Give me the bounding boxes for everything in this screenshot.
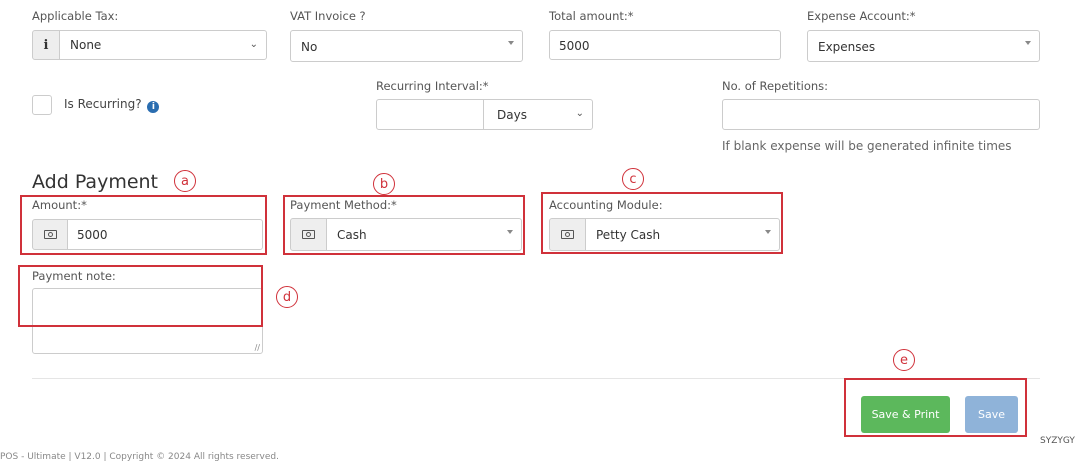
info-circle-icon[interactable]: i bbox=[147, 101, 160, 113]
is-recurring-label: Is Recurring? i bbox=[64, 97, 160, 113]
vat-select-value: No bbox=[301, 40, 318, 54]
caret-down-icon bbox=[508, 41, 514, 45]
recurring-interval-unit-select[interactable]: Days ⌄ bbox=[483, 99, 593, 130]
repetitions-input[interactable] bbox=[722, 99, 1040, 130]
total-amount-value: 5000 bbox=[559, 39, 590, 53]
repetitions-label: No. of Repetitions: bbox=[722, 79, 829, 93]
annotation-marker-c: c bbox=[622, 168, 644, 190]
annotation-box-c bbox=[541, 192, 783, 254]
tax-label: Applicable Tax: bbox=[32, 9, 119, 23]
recurring-interval-label: Recurring Interval:* bbox=[376, 79, 489, 93]
annotation-marker-a: a bbox=[174, 170, 196, 192]
annotation-box-d bbox=[18, 265, 263, 327]
tax-select[interactable]: None ⌄ bbox=[59, 30, 267, 60]
is-recurring-checkbox[interactable] bbox=[32, 95, 52, 115]
vat-label: VAT Invoice ? bbox=[290, 9, 366, 23]
footer-copyright: POS - Ultimate | V12.0 | Copyright © 202… bbox=[0, 452, 279, 462]
total-label: Total amount:* bbox=[549, 9, 634, 23]
total-amount-input[interactable]: 5000 bbox=[549, 30, 781, 60]
vat-select[interactable]: No bbox=[290, 30, 523, 62]
is-recurring-text: Is Recurring? bbox=[64, 97, 142, 111]
expense-account-value: Expenses bbox=[818, 40, 876, 54]
tax-select-value: None bbox=[70, 38, 102, 52]
resize-handle-icon[interactable]: ∕∕ bbox=[255, 343, 260, 352]
annotation-marker-d: d bbox=[276, 286, 298, 308]
annotation-marker-e: e bbox=[893, 349, 915, 371]
recurring-interval-unit-value: Days bbox=[497, 108, 527, 122]
info-icon: i bbox=[32, 30, 60, 60]
expense-account-label: Expense Account:* bbox=[807, 9, 916, 23]
add-payment-heading: Add Payment bbox=[32, 171, 159, 193]
caret-down-icon bbox=[1025, 41, 1031, 45]
annotation-marker-b: b bbox=[373, 173, 395, 195]
annotation-box-b bbox=[283, 195, 525, 255]
annotation-box-e bbox=[844, 378, 1027, 437]
expense-account-select[interactable]: Expenses bbox=[807, 30, 1040, 62]
repetitions-help-text: If blank expense will be generated infin… bbox=[722, 139, 1012, 153]
brand-text: SYZYGY bbox=[1040, 436, 1075, 446]
chevron-down-icon: ⌄ bbox=[249, 39, 258, 50]
annotation-box-a bbox=[20, 195, 267, 255]
recurring-interval-input[interactable] bbox=[376, 99, 484, 130]
chevron-down-icon: ⌄ bbox=[575, 108, 584, 119]
